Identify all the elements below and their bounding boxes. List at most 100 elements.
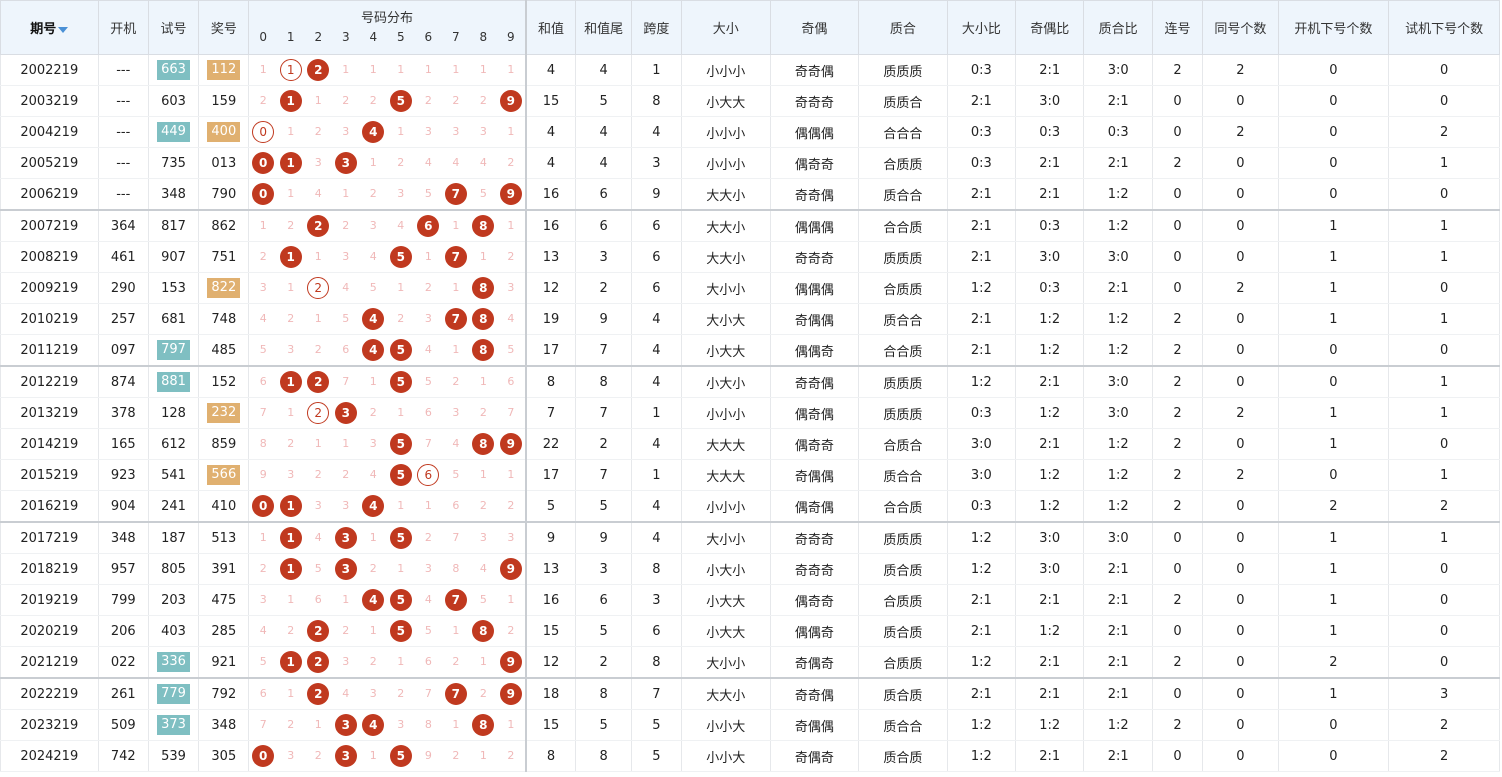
prime-ratio-cell: 2:1: [1083, 646, 1153, 679]
sum-tail-cell: 3: [575, 241, 632, 273]
table-row[interactable]: 2024219 742 539 305 0 3 2 3 1 5 9 2 1 2 8 8 5 小小大 奇偶奇 质合质 1:…: [0, 740, 1500, 772]
table-row[interactable]: 2011219 097 797 485 5 3 2 6 4 5 4 1 8 5 17 7 4 小大大 偶偶奇 合合质 2…: [0, 334, 1500, 367]
open-hit-cell: 2: [1277, 490, 1390, 523]
parity-cell: 奇奇奇: [769, 85, 860, 117]
open-hit-cell: 1: [1277, 428, 1390, 460]
hit-ball: 4: [362, 714, 385, 736]
miss-count: 2: [452, 94, 460, 107]
distribution-digit-headers: 0 1 2 3 4 5 6 7 8 9: [249, 28, 524, 46]
miss-count: 1: [369, 63, 377, 76]
consecutive-cell: 2: [1151, 428, 1204, 460]
table-row[interactable]: 2016219 904 241 410 0 1 3 3 4 1 1 6 2 2 5 5 4 小小小 偶奇偶 合合质 0:…: [0, 490, 1500, 523]
table-row[interactable]: 2005219 --- 735 013 0 1 3 3 1 2 4 4 4 2 4 4 3 小小小 偶奇奇 合质质 0:…: [0, 147, 1500, 179]
distribution-cell: 2112252229: [248, 85, 527, 117]
size-ratio-cell: 2:1: [946, 178, 1017, 211]
parity-cell: 奇偶奇: [769, 646, 860, 679]
miss-count: 2: [342, 468, 350, 481]
sum-tail-cell: 8: [575, 677, 632, 710]
table-row[interactable]: 2023219 509 373 348 7 2 1 3 4 3 8 1 8 1 15 5 5 小小大 奇偶偶 质合合 1…: [0, 709, 1500, 741]
table-row[interactable]: 2014219 165 612 859 8 2 1 1 3 5 7 4 8 9 22 2 4 大大大 偶奇奇 合质合 3…: [0, 428, 1500, 460]
table-row[interactable]: 2006219 --- 348 790 0 1 4 1 2 3 5 7 5 9 16 6 9 大大小 奇奇偶 质合合 2…: [0, 178, 1500, 211]
distribution-cell: 5123216219: [248, 646, 527, 679]
header-sum: 和值: [525, 0, 577, 55]
distribution-cell: 0141235759: [248, 178, 527, 211]
sum-cell: 13: [525, 241, 577, 273]
distribution-cell: 0133411622: [248, 490, 527, 523]
prime-cell: 质合合: [858, 459, 948, 491]
consecutive-cell: 0: [1151, 272, 1204, 304]
issue-cell: 2023219: [0, 709, 99, 741]
table-row[interactable]: 2021219 022 336 921 5 1 2 3 2 1 6 2 1 9 12 2 8 大小小 奇偶奇 合质质 1…: [0, 646, 1500, 679]
table-row[interactable]: 2010219 257 681 748 4 2 1 5 4 2 3 7 8 4 19 9 4 大小大 奇偶偶 质合合 2…: [0, 303, 1500, 335]
miss-count: 2: [314, 468, 322, 481]
table-row[interactable]: 2017219 348 187 513 1 1 4 3 1 5 2 7 3 3 9 9 4 大小小 奇奇奇 质质质 1:…: [0, 521, 1500, 554]
miss-count: 7: [452, 531, 460, 544]
same-count-cell: 2: [1202, 459, 1279, 491]
header-issue[interactable]: 期号: [0, 0, 99, 55]
table-row[interactable]: 2009219 290 153 822 3 1 2 4 5 1 2 1 8 3 12 2 6 大小小 偶偶偶 合质质 1…: [0, 272, 1500, 304]
table-row[interactable]: 2015219 923 541 566 9 3 2 2 4 5 6 5 1 1 17 7 1 大大大 奇偶偶 质合合 3…: [0, 459, 1500, 491]
consecutive-cell: 2: [1151, 334, 1204, 367]
issue-cell: 2012219: [0, 365, 99, 398]
digit-header-3: 3: [341, 29, 350, 44]
same-count-cell: 2: [1202, 116, 1279, 148]
table-row[interactable]: 2019219 799 203 475 3 1 6 1 4 5 4 7 5 1 16 6 3 小大大 偶奇奇 合质质 2…: [0, 584, 1500, 616]
table-row[interactable]: 2020219 206 403 285 4 2 2 2 1 5 5 1 8 2 15 5 6 小大大 偶偶奇 质合质 2…: [0, 615, 1500, 647]
trial-hit-cell: 1: [1388, 209, 1500, 242]
miss-count: 1: [397, 125, 405, 138]
table-row[interactable]: 2007219 364 817 862 1 2 2 2 3 4 6 1 8 1 16 6 6 大大小 偶偶偶 合合质 2…: [0, 209, 1500, 242]
table-row[interactable]: 2018219 957 805 391 2 1 5 3 2 1 3 8 4 9 13 3 8 小大小 奇奇奇 质合质 1…: [0, 553, 1500, 585]
table-row[interactable]: 2002219 --- 663 112 1 1 2 1 1 1 1 1 1 1 4 4 1 小小小 奇奇偶 质质质 0:…: [0, 54, 1500, 86]
sum-tail-cell: 9: [575, 303, 632, 335]
digit-header-7: 7: [452, 29, 460, 44]
table-row[interactable]: 2012219 874 881 152 6 1 2 7 1 5 5 2 1 6 8 8 4 小大小 奇奇偶 质质质 1:…: [0, 365, 1500, 398]
prime-ratio-cell: 2:1: [1083, 584, 1153, 616]
same-count-cell: 0: [1202, 553, 1279, 585]
prize-cell: 485: [198, 334, 250, 367]
digit-header-2: 2: [314, 29, 323, 44]
miss-count: 8: [259, 437, 267, 450]
size-cell: 小小小: [681, 397, 771, 429]
sum-tail-cell: 6: [575, 178, 632, 211]
distribution-cell: 1222346181: [248, 209, 527, 242]
table-row[interactable]: 2013219 378 128 232 7 1 2 3 2 1 6 3 2 7 7 7 1 小小小 偶奇偶 质质质 0:…: [0, 397, 1500, 429]
open-hit-cell: 0: [1277, 54, 1390, 86]
sum-cell: 18: [525, 677, 577, 710]
table-row[interactable]: 2003219 --- 603 159 2 1 1 2 2 5 2 2 2 9 15 5 8 小大大 奇奇奇 质质合 2…: [0, 85, 1500, 117]
table-row[interactable]: 2004219 --- 449 400 0 1 2 3 4 1 3 3 3 1 4 4 4 小小小 偶偶偶 合合合 0:…: [0, 116, 1500, 148]
miss-count: 1: [287, 281, 295, 294]
prime-cell: 合质质: [858, 646, 948, 679]
miss-count: 2: [507, 499, 515, 512]
trial-cell-value: 203: [161, 592, 186, 608]
size-ratio-cell: 2:1: [946, 677, 1017, 710]
sort-desc-icon[interactable]: [58, 26, 69, 33]
open-hit-cell: 0: [1277, 740, 1390, 772]
miss-count: 1: [452, 718, 460, 731]
miss-count: 4: [397, 219, 405, 232]
distribution-cell: 9322456511: [248, 459, 527, 491]
miss-count: 1: [452, 624, 460, 637]
distribution-cell: 6124327729: [248, 677, 527, 710]
miss-count: 2: [424, 94, 432, 107]
miss-count: 3: [287, 343, 295, 356]
hit-ball: 1: [279, 90, 302, 112]
parity-ratio-cell: 0:3: [1015, 116, 1085, 148]
span-cell: 5: [630, 709, 683, 741]
trial-hit-cell: 2: [1388, 740, 1500, 772]
trial-cell-value: 348: [161, 186, 186, 202]
prime-ratio-cell: 2:1: [1083, 677, 1153, 710]
header-parity: 奇偶: [769, 0, 860, 55]
open-hit-cell: 1: [1277, 553, 1390, 585]
miss-count: 2: [342, 94, 350, 107]
table-row[interactable]: 2022219 261 779 792 6 1 2 4 3 2 7 7 2 9 18 8 7 大大小 奇奇偶 质合质 2…: [0, 677, 1500, 710]
size-cell: 小大小: [681, 365, 771, 398]
prime-ratio-cell: 3:0: [1083, 54, 1153, 86]
open-cell: 904: [97, 490, 149, 523]
table-row[interactable]: 2008219 461 907 751 2 1 1 3 4 5 1 7 1 2 13 3 6 大大小 奇奇奇 质质质 2…: [0, 241, 1500, 273]
same-count-cell: 2: [1202, 397, 1279, 429]
prime-cell: 质质质: [858, 241, 948, 273]
distribution-cell: 5326454185: [248, 334, 527, 367]
miss-count: 7: [424, 437, 432, 450]
open-cell: 742: [97, 740, 149, 772]
prime-cell: 合质质: [858, 147, 948, 179]
